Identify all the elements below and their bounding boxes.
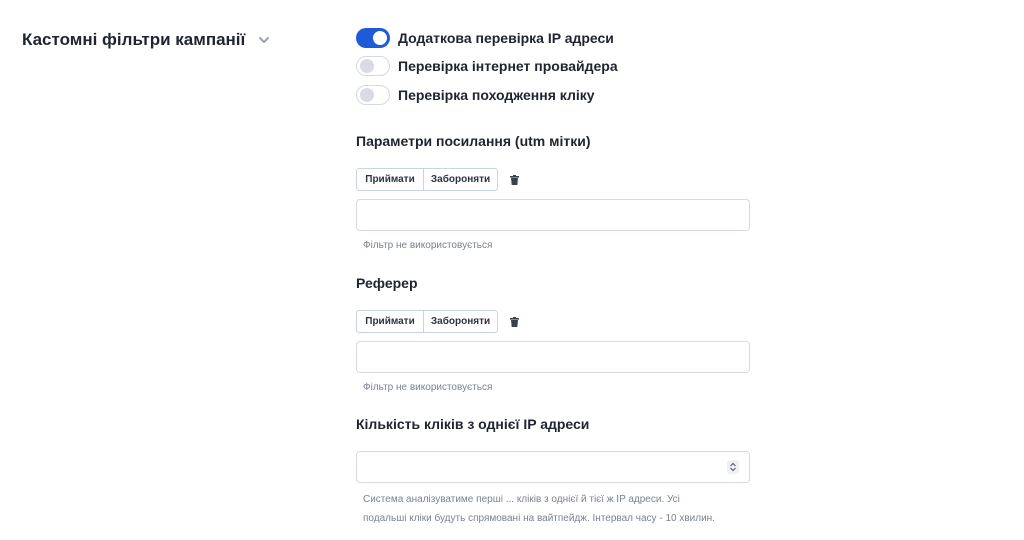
number-spinner[interactable] [727, 460, 739, 474]
isp-check-toggle[interactable] [356, 56, 390, 76]
utm-allow-button[interactable]: Приймати [356, 168, 424, 191]
utm-deny-button[interactable]: Забороняти [424, 168, 498, 191]
origin-check-toggle[interactable] [356, 85, 390, 105]
utm-hint: Фільтр не використовується [363, 240, 493, 251]
utm-input[interactable] [356, 199, 750, 231]
chevron-down-icon[interactable] [257, 33, 271, 47]
section-title[interactable]: Кастомні фільтри кампанії [22, 30, 271, 50]
toggle-knob [360, 88, 374, 102]
clicks-hint-line-2: подальші кліки будуть спрямовані на вайт… [363, 513, 715, 524]
origin-check-label: Перевірка походження кліку [398, 87, 595, 103]
utm-mode-group: Приймати Забороняти [356, 168, 519, 191]
toggle-row-origin-check: Перевірка походження кліку [356, 84, 595, 106]
isp-check-label: Перевірка інтернет провайдера [398, 58, 618, 74]
referer-mode-group: Приймати Забороняти [356, 310, 519, 333]
trash-icon[interactable] [510, 174, 519, 185]
clicks-hint: Система аналізуватиме перші ... кліків з… [363, 490, 753, 528]
toggle-knob [360, 59, 374, 73]
referer-hint: Фільтр не використовується [363, 382, 493, 393]
toggle-row-isp-check: Перевірка інтернет провайдера [356, 55, 618, 77]
clicks-number-input[interactable] [356, 451, 750, 483]
referer-deny-button[interactable]: Забороняти [424, 310, 498, 333]
utm-title: Параметри посилання (utm мітки) [356, 133, 591, 149]
section-title-text: Кастомні фільтри кампанії [22, 30, 246, 49]
clicks-title: Кількість кліків з однієї IP адреси [356, 416, 590, 432]
toggle-knob [373, 31, 387, 45]
referer-allow-button[interactable]: Приймати [356, 310, 424, 333]
referer-title: Реферер [356, 275, 418, 291]
clicks-hint-line-1: Система аналізуватиме перші ... кліків з… [363, 494, 680, 505]
referer-input[interactable] [356, 341, 750, 373]
trash-icon[interactable] [510, 316, 519, 327]
ip-check-toggle[interactable] [356, 28, 390, 48]
toggle-row-ip-check: Додаткова перевірка IP адреси [356, 27, 614, 49]
ip-check-label: Додаткова перевірка IP адреси [398, 30, 614, 46]
spinner-arrows-icon [730, 462, 736, 472]
